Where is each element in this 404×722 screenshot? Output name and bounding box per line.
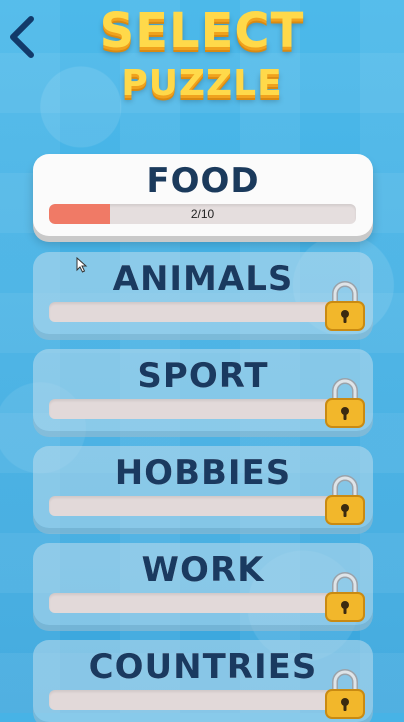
progress-bar [49,302,339,322]
category-label: FOOD [146,161,260,201]
mouse-cursor-icon [76,257,88,273]
padlock-icon [325,281,365,331]
category-card-food[interactable]: FOOD 2/10 [33,154,373,236]
category-label: SPORT [137,356,269,396]
progress-bar [49,399,339,419]
progress-bar [49,593,339,613]
category-card-work[interactable]: WORK [33,543,373,625]
category-label: WORK [141,550,265,590]
page-title: SELECT [99,3,305,59]
progress-bar [49,690,339,710]
category-card-countries[interactable]: COUNTRIES [33,640,373,722]
padlock-icon [325,669,365,719]
padlock-icon [325,378,365,428]
category-label: COUNTRIES [88,647,318,687]
category-label: HOBBIES [114,453,292,493]
progress-text: 2/10 [190,207,215,221]
progress-bar [49,496,339,516]
padlock-icon [325,572,365,622]
category-card-hobbies[interactable]: HOBBIES [33,446,373,528]
page-subtitle: PUZZLE [121,63,283,104]
progress-bar: 2/10 [49,204,356,224]
category-card-sport[interactable]: SPORT [33,349,373,431]
padlock-icon [325,475,365,525]
